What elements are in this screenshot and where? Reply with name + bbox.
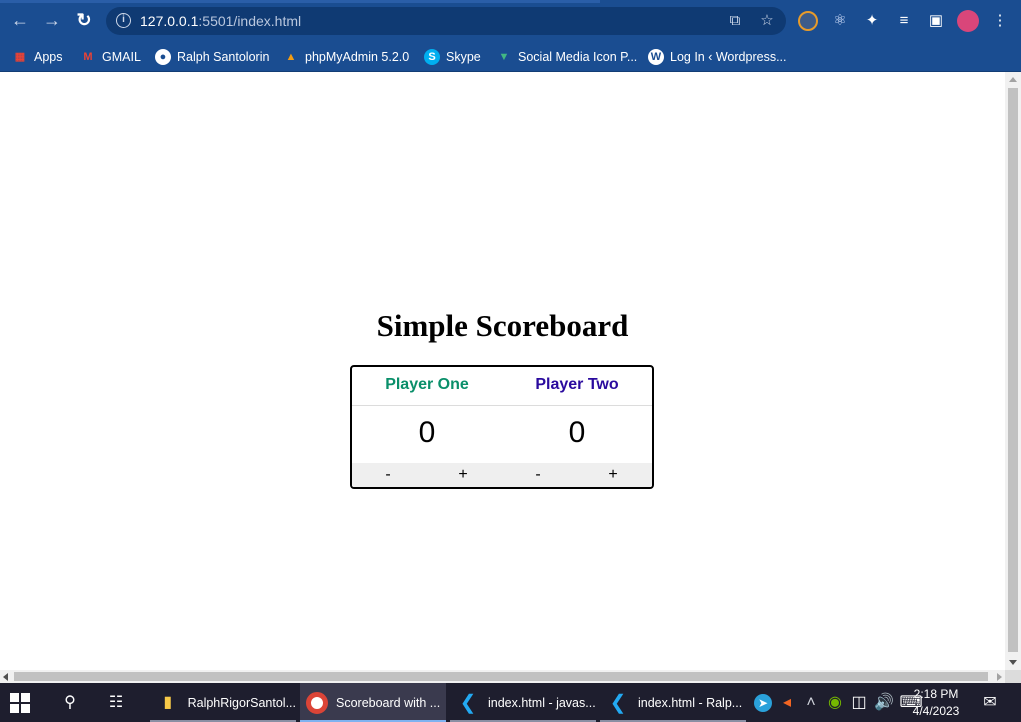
back-button[interactable]: ← (10, 10, 30, 30)
info-icon[interactable]: i (116, 13, 131, 28)
player-one-score: 0 (418, 416, 436, 449)
globe-icon: ● (155, 49, 171, 65)
share-icon[interactable]: ⧉ (726, 13, 744, 29)
kebab-menu-icon[interactable]: ⋮ (990, 11, 1010, 31)
apps-grid-icon: ▦ (14, 51, 26, 63)
start-button[interactable] (10, 683, 30, 722)
bookmark-label: Skype (446, 50, 481, 64)
bookmark-label: Apps (34, 50, 63, 64)
vue-icon: ▼ (498, 51, 510, 63)
windows-logo-icon (10, 692, 30, 713)
forward-button[interactable]: → (42, 10, 62, 30)
notification-icon: ✉ (983, 693, 997, 711)
bookmark-label: phpMyAdmin 5.2.0 (305, 50, 410, 64)
url-path: :5501/index.html (198, 13, 302, 29)
scores-row: 0 0 (352, 407, 652, 463)
vscode-icon: ❮ (609, 691, 627, 714)
taskbar-app-label: index.html - javas... (488, 695, 596, 710)
player-one-minus-button[interactable]: - (368, 465, 408, 485)
clock-date: 4/4/2023 (912, 704, 960, 718)
player-one-plus-button[interactable]: + (443, 465, 483, 485)
react-devtools-icon[interactable]: ⚛ (830, 11, 850, 31)
bookmark-label: Log In ‹ Wordpress... (670, 50, 787, 64)
folder-icon: ▮ (163, 693, 173, 711)
player-two-score: 0 (568, 416, 586, 449)
vscode-icon: ❮ (459, 691, 477, 714)
bookmark-skype[interactable]: S Skype (424, 46, 481, 68)
star-icon[interactable]: ☆ (758, 13, 776, 29)
vertical-scroll-thumb[interactable] (1008, 88, 1018, 652)
player-two-minus-button[interactable]: - (518, 465, 558, 485)
scroll-up-arrow-icon[interactable] (1009, 77, 1017, 82)
network-icon[interactable]: ◫ (850, 691, 868, 715)
side-panel-icon[interactable]: ▣ (926, 11, 946, 31)
notifications-button[interactable]: ✉ (978, 683, 1002, 722)
player-one-name: Player One (385, 376, 469, 393)
phpmyadmin-icon: ▲ (285, 51, 297, 63)
taskbar-app-label: RalphRigorSantol... (187, 695, 296, 710)
page-viewport: Simple Scoreboard Player One Player Two … (0, 72, 1005, 670)
browser-toolbar: ← → ↻ i 127.0.0.1:5501/index.html ⧉ ☆ ⚛ … (0, 0, 1021, 42)
scoreboard: Player One Player Two 0 0 - + - + (350, 365, 654, 489)
speaker-app-icon[interactable]: ◂ (778, 691, 796, 715)
bookmark-gmail[interactable]: M GMAIL (80, 46, 141, 68)
taskbar-app-vscode-2[interactable]: ❮ index.html - Ralp... (600, 683, 746, 722)
task-view-button[interactable]: ☷ (104, 683, 128, 722)
url-text[interactable]: 127.0.0.1:5501/index.html (140, 13, 301, 29)
gmail-icon: M (83, 51, 93, 63)
bookmarks-bar: ▦ Apps M GMAIL ● Ralph Santolorin ▲ phpM… (0, 42, 1021, 72)
horizontal-scrollbar[interactable] (0, 670, 1005, 683)
scroll-left-arrow-icon[interactable] (3, 673, 8, 681)
taskbar-app-chrome[interactable]: Scoreboard with ... (300, 683, 446, 722)
taskbar-app-label: Scoreboard with ... (336, 695, 441, 710)
tab-strip-edge (0, 0, 600, 3)
taskbar-app-explorer[interactable]: ▮ RalphRigorSantol... (150, 683, 296, 722)
task-view-icon: ☷ (108, 693, 124, 711)
puzzle-icon[interactable]: ✦ (862, 11, 882, 31)
nvidia-icon[interactable]: ◉ (826, 691, 844, 715)
extension-avatar-icon[interactable] (798, 11, 818, 31)
bookmark-apps[interactable]: ▦ Apps (12, 46, 63, 68)
clock[interactable]: 2:18 PM 4/4/2023 (904, 686, 968, 720)
vertical-scrollbar[interactable] (1005, 72, 1021, 670)
scroll-right-arrow-icon[interactable] (997, 673, 1002, 681)
wordpress-icon: W (648, 49, 664, 65)
bookmark-wordpress[interactable]: W Log In ‹ Wordpress... (648, 46, 787, 68)
system-tray: ➤ ◂ ˄ ◉ ◫ 🔊 ⌨ (754, 683, 924, 722)
taskbar-app-vscode-1[interactable]: ❮ index.html - javas... (450, 683, 596, 722)
volume-icon[interactable]: 🔊 (874, 691, 894, 715)
scrollbar-corner (1005, 670, 1021, 683)
address-bar[interactable]: i 127.0.0.1:5501/index.html ⧉ ☆ (106, 7, 786, 35)
profile-avatar-icon[interactable] (957, 10, 979, 32)
horizontal-scroll-thumb[interactable] (14, 672, 988, 681)
player-two-plus-button[interactable]: + (593, 465, 633, 485)
search-icon: ⚲ (64, 693, 76, 711)
bookmark-social-media-icon[interactable]: ▼ Social Media Icon P... (496, 46, 638, 68)
score-controls: - + - + (352, 463, 652, 487)
bookmark-label: GMAIL (102, 50, 141, 64)
bookmark-ralph-santolorin[interactable]: ● Ralph Santolorin (155, 46, 269, 68)
scroll-down-arrow-icon[interactable] (1009, 660, 1017, 665)
url-host: 127.0.0.1 (140, 13, 199, 29)
chrome-icon (306, 691, 328, 714)
telegram-icon[interactable]: ➤ (754, 693, 772, 712)
chevron-up-icon[interactable]: ˄ (802, 691, 820, 715)
reload-button[interactable]: ↻ (74, 10, 94, 30)
search-button[interactable]: ⚲ (58, 683, 82, 722)
player-two-name: Player Two (535, 376, 619, 393)
bookmark-label: Ralph Santolorin (177, 50, 270, 64)
skype-icon: S (424, 49, 440, 65)
clock-time: 2:18 PM (913, 687, 959, 701)
player-names-row: Player One Player Two (352, 367, 652, 406)
bookmark-label: Social Media Icon P... (518, 50, 638, 64)
bookmark-phpmyadmin[interactable]: ▲ phpMyAdmin 5.2.0 (283, 46, 410, 68)
taskbar-app-label: index.html - Ralp... (638, 695, 743, 710)
page-title: Simple Scoreboard (376, 308, 629, 343)
reading-list-icon[interactable]: ≡ (894, 11, 914, 31)
taskbar: ⚲ ☷ ▮ RalphRigorSantol... Scoreboard wit… (0, 683, 1021, 722)
